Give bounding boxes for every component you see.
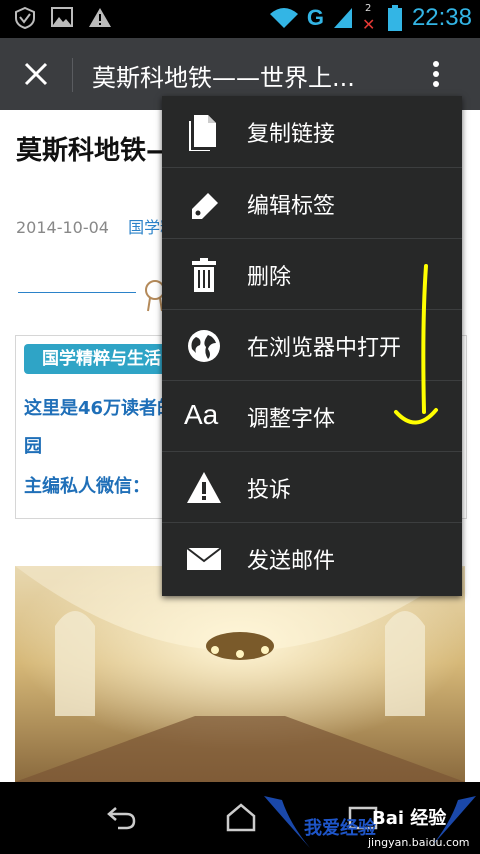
back-icon[interactable]	[104, 802, 138, 832]
menu-item-label: 在浏览器中打开	[247, 336, 402, 361]
watermark-brand: Bai 经验	[372, 807, 447, 829]
globe-icon	[188, 330, 220, 362]
sim2-badge: 2	[364, 3, 372, 14]
menu-item-label: 删除	[247, 265, 292, 290]
image-notification-icon	[51, 7, 73, 27]
watermark-url: jingyan.baidu.com	[367, 836, 470, 849]
info-box-line-2: 园	[24, 436, 42, 457]
menu-item-send-email[interactable]: 发送邮件	[162, 522, 462, 594]
battery-icon	[387, 5, 402, 31]
app-bar-divider	[72, 58, 73, 92]
watermark-text: 我爱经验	[304, 817, 377, 839]
menu-item-label: 复制链接	[247, 122, 336, 147]
tag-icon	[192, 193, 218, 219]
wifi-icon	[269, 8, 298, 28]
signal-icon	[333, 8, 352, 28]
menu-item-copy-link[interactable]: 复制链接	[162, 96, 462, 167]
article-date: 2014-10-04	[16, 218, 109, 237]
decorative-divider	[18, 292, 136, 293]
home-icon[interactable]	[224, 802, 258, 832]
font-icon: Aa	[184, 399, 219, 430]
menu-item-label: 编辑标签	[247, 194, 336, 219]
menu-item-report[interactable]: 投诉	[162, 451, 462, 523]
page-title: 莫斯科地铁——世界上...	[92, 64, 355, 92]
menu-item-label: 发送邮件	[247, 549, 336, 574]
info-box-line-3: 主编私人微信：	[24, 476, 150, 497]
network-type: G	[306, 5, 324, 30]
warning-notification-icon	[89, 8, 111, 27]
shield-icon	[15, 6, 35, 30]
menu-item-edit-tag[interactable]: 编辑标签	[162, 167, 462, 239]
overflow-menu-icon[interactable]	[426, 56, 446, 92]
menu-item-label: 投诉	[247, 478, 292, 503]
no-signal-icon: ✕	[361, 15, 376, 34]
status-clock: 22:38	[411, 4, 472, 31]
metro-station-photo[interactable]	[15, 566, 465, 782]
annotation-arrow	[394, 264, 438, 425]
baidu-jingyan-watermark: 我爱经验 Bai 经验 jingyan.baidu.com	[264, 796, 476, 849]
sim2-signal: 2 ✕	[361, 3, 378, 34]
close-icon[interactable]	[18, 56, 54, 92]
mail-icon	[186, 547, 222, 570]
status-bar: G 2 ✕ 22:38	[0, 0, 480, 38]
menu-item-label: 调整字体	[247, 407, 336, 432]
copy-icon	[189, 115, 216, 151]
trash-icon	[192, 258, 216, 292]
warning-icon	[187, 472, 221, 503]
